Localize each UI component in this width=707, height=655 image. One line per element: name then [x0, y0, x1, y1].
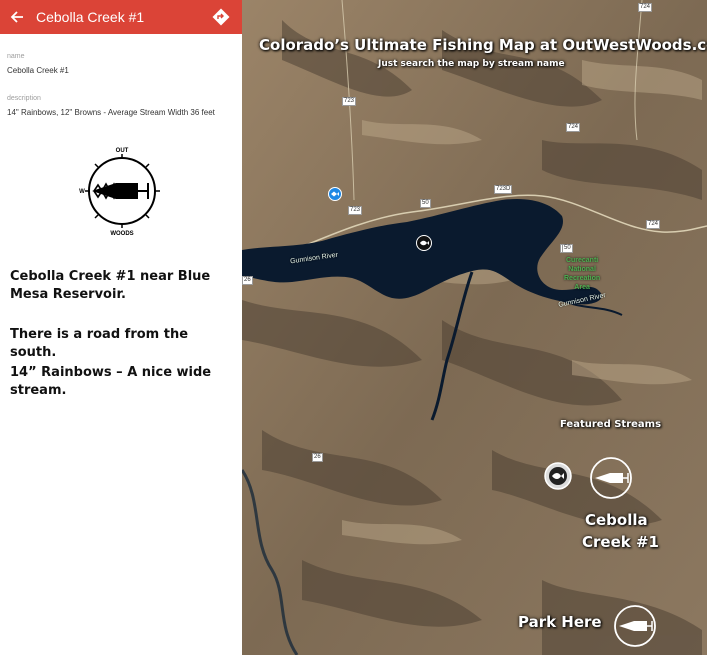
- road-label: 723D: [494, 185, 513, 194]
- featured-fish-icon[interactable]: [544, 462, 572, 490]
- road-label: 50: [562, 244, 573, 253]
- name-label: name: [7, 53, 25, 60]
- recreation-area-label: Curecanti National Recreation Area: [564, 257, 601, 291]
- road-label: 723: [342, 97, 357, 106]
- road-label: 724: [646, 220, 661, 229]
- name-value: Cebolla Creek #1: [7, 66, 69, 75]
- road-label: 724: [566, 123, 581, 132]
- blurb-access: There is a road from the south.: [10, 327, 189, 360]
- compass-bottom-label: WOODS: [110, 231, 133, 237]
- compass-top-label: OUT: [116, 148, 129, 154]
- fish-marker[interactable]: [416, 235, 432, 251]
- road-label: 723: [348, 206, 363, 215]
- park-here-label: Park Here: [518, 613, 602, 631]
- road-label: 26: [312, 453, 323, 462]
- compass-logo: OUT W WOODS: [76, 145, 168, 237]
- compass-icon: [588, 455, 634, 501]
- stream-label-line2: Creek #1: [582, 533, 659, 551]
- map-subline: Just search the map by stream name: [378, 59, 565, 69]
- featured-streams-label: Featured Streams: [560, 419, 662, 430]
- compass-icon: [612, 603, 658, 649]
- road-label: 724: [638, 3, 653, 12]
- panel-title: Cebolla Creek #1: [36, 9, 145, 25]
- road-label: 26: [242, 276, 253, 285]
- fishing-spot-marker[interactable]: [328, 187, 342, 201]
- panel-header: Cebolla Creek #1: [0, 0, 242, 34]
- satellite-map[interactable]: Colorado’s Ultimate Fishing Map at OutWe…: [242, 0, 707, 655]
- compass-left-label: W: [79, 189, 85, 195]
- directions-icon[interactable]: [210, 6, 232, 28]
- stream-label-line1: Cebolla: [585, 511, 648, 529]
- road-label: 50: [420, 199, 431, 208]
- description-value: 14" Rainbows, 12" Browns - Average Strea…: [7, 108, 215, 117]
- details-panel: Cebolla Creek #1 name Cebolla Creek #1 d…: [0, 0, 242, 655]
- terrain-imagery: [242, 0, 707, 655]
- blurb-fish: 14” Rainbows – A nice wide stream.: [10, 365, 212, 398]
- map-headline: Colorado’s Ultimate Fishing Map at OutWe…: [259, 36, 707, 54]
- description-label: description: [7, 95, 41, 102]
- blurb-location: Cebolla Creek #1 near Blue Mesa Reservoi…: [10, 269, 211, 302]
- arrow-back-icon[interactable]: [6, 6, 28, 28]
